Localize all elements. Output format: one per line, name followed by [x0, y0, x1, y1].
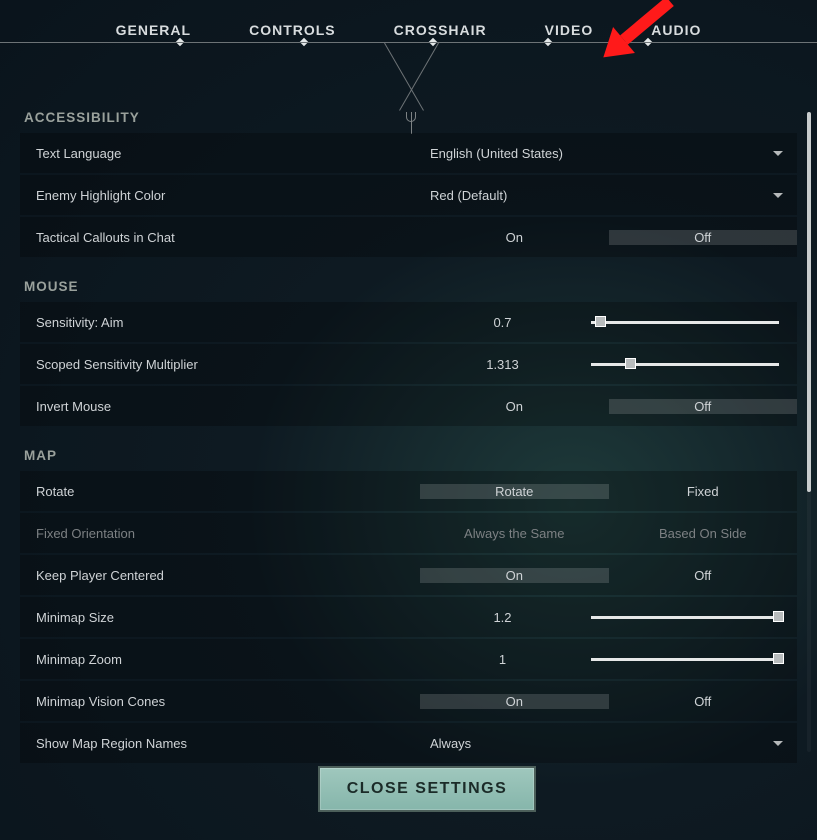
dropdown-value-enemy-highlight: Red (Default) [430, 188, 507, 203]
label-sensitivity: Sensitivity: Aim [20, 315, 420, 330]
row-text-language: Text Language English (United States) [20, 133, 797, 173]
caret-down-icon [773, 741, 783, 746]
btn-tactical-on[interactable]: On [420, 230, 609, 245]
section-header-mouse: MOUSE [20, 259, 797, 302]
row-enemy-highlight: Enemy Highlight Color Red (Default) [20, 175, 797, 215]
row-rotate: Rotate Rotate Fixed [20, 471, 797, 511]
settings-window: GENERAL CONTROLS CROSSHAIR VIDEO AUDIO A… [0, 0, 817, 840]
slider-sensitivity[interactable] [585, 302, 797, 342]
row-invert-mouse: Invert Mouse On Off [20, 386, 797, 426]
row-fixed-orientation: Fixed Orientation Always the Same Based … [20, 513, 797, 553]
caret-down-icon [773, 151, 783, 156]
row-region-names: Show Map Region Names Always [20, 723, 797, 763]
row-vision-cones: Minimap Vision Cones On Off [20, 681, 797, 721]
row-sensitivity: Sensitivity: Aim 0.7 [20, 302, 797, 342]
btn-always-same: Always the Same [420, 526, 609, 541]
value-scoped-sens[interactable]: 1.313 [420, 357, 585, 372]
dropdown-enemy-highlight[interactable]: Red (Default) [420, 175, 797, 215]
label-scoped-sens: Scoped Sensitivity Multiplier [20, 357, 420, 372]
row-minimap-size: Minimap Size 1.2 [20, 597, 797, 637]
section-header-map: MAP [20, 428, 797, 471]
label-fixed-orientation: Fixed Orientation [20, 526, 420, 541]
settings-body: ACCESSIBILITY Text Language English (Uni… [0, 90, 817, 770]
slider-scoped-sens[interactable] [585, 344, 797, 384]
value-sensitivity[interactable]: 0.7 [420, 315, 585, 330]
close-settings-button[interactable]: CLOSE SETTINGS [318, 766, 536, 812]
tab-general[interactable]: GENERAL [116, 22, 191, 38]
row-minimap-zoom: Minimap Zoom 1 [20, 639, 797, 679]
label-minimap-zoom: Minimap Zoom [20, 652, 420, 667]
tab-crosshair[interactable]: CROSSHAIR [394, 22, 487, 38]
btn-tactical-off[interactable]: Off [609, 230, 798, 245]
value-minimap-size[interactable]: 1.2 [420, 610, 585, 625]
label-region-names: Show Map Region Names [20, 736, 420, 751]
label-vision-cones: Minimap Vision Cones [20, 694, 420, 709]
btn-based-on-side: Based On Side [609, 526, 798, 541]
btn-rotate-rotate[interactable]: Rotate [420, 484, 609, 499]
value-minimap-zoom[interactable]: 1 [420, 652, 585, 667]
tab-bar: GENERAL CONTROLS CROSSHAIR VIDEO AUDIO [0, 22, 817, 38]
section-header-accessibility: ACCESSIBILITY [20, 90, 797, 133]
label-rotate: Rotate [20, 484, 420, 499]
row-keep-centered: Keep Player Centered On Off [20, 555, 797, 595]
label-invert-mouse: Invert Mouse [20, 399, 420, 414]
btn-invert-off[interactable]: Off [609, 399, 798, 414]
tab-video[interactable]: VIDEO [545, 22, 594, 38]
tab-controls[interactable]: CONTROLS [249, 22, 336, 38]
btn-centered-off[interactable]: Off [609, 568, 798, 583]
btn-cones-off[interactable]: Off [609, 694, 798, 709]
btn-rotate-fixed[interactable]: Fixed [609, 484, 798, 499]
dropdown-value-region-names: Always [430, 736, 471, 751]
row-scoped-sens: Scoped Sensitivity Multiplier 1.313 [20, 344, 797, 384]
btn-centered-on[interactable]: On [420, 568, 609, 583]
dropdown-region-names[interactable]: Always [420, 723, 797, 763]
label-enemy-highlight: Enemy Highlight Color [20, 188, 420, 203]
caret-down-icon [773, 193, 783, 198]
label-text-language: Text Language [20, 146, 420, 161]
slider-minimap-zoom[interactable] [585, 639, 797, 679]
label-keep-centered: Keep Player Centered [20, 568, 420, 583]
dropdown-text-language[interactable]: English (United States) [420, 133, 797, 173]
row-tactical-callouts: Tactical Callouts in Chat On Off [20, 217, 797, 257]
btn-invert-on[interactable]: On [420, 399, 609, 414]
label-tactical-callouts: Tactical Callouts in Chat [20, 230, 420, 245]
btn-cones-on[interactable]: On [420, 694, 609, 709]
label-minimap-size: Minimap Size [20, 610, 420, 625]
slider-minimap-size[interactable] [585, 597, 797, 637]
dropdown-value-text-language: English (United States) [430, 146, 563, 161]
tabline [0, 42, 817, 43]
tab-audio[interactable]: AUDIO [651, 22, 701, 38]
